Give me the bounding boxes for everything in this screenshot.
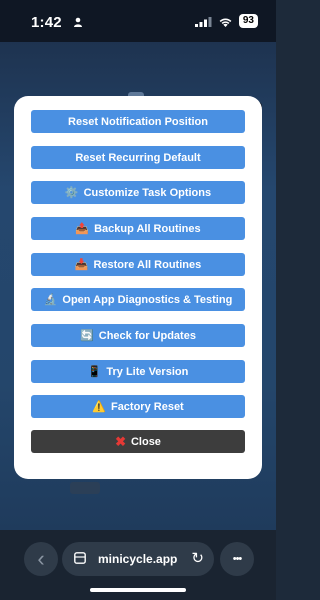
- reset-notification-position-button[interactable]: Reset Notification Position: [31, 110, 245, 133]
- try-lite-version-button[interactable]: 📱 Try Lite Version: [31, 360, 245, 383]
- reload-icon[interactable]: ↻: [191, 549, 204, 567]
- battery-indicator: 93: [238, 14, 258, 28]
- chevron-left-icon: ‹: [37, 546, 45, 571]
- back-button[interactable]: ‹: [24, 542, 58, 576]
- home-indicator: [90, 588, 186, 592]
- button-label: Check for Updates: [98, 329, 196, 342]
- button-label: Restore All Routines: [93, 258, 202, 271]
- button-label: Open App Diagnostics & Testing: [62, 293, 233, 306]
- open-diagnostics-button[interactable]: 🔬 Open App Diagnostics & Testing: [31, 288, 245, 311]
- close-button[interactable]: ✖ Close: [31, 430, 245, 453]
- refresh-icon: 🔄: [80, 330, 94, 342]
- url-text: minicycle.app: [98, 552, 178, 566]
- status-bar: 1:42 93: [0, 0, 276, 42]
- button-label: Try Lite Version: [106, 365, 189, 378]
- close-x-icon: ✖: [115, 433, 126, 449]
- check-for-updates-button[interactable]: 🔄 Check for Updates: [31, 324, 245, 347]
- tray-upload-icon: 📤: [75, 223, 90, 235]
- button-label: Factory Reset: [110, 400, 184, 413]
- microscope-icon: 🔬: [43, 294, 58, 306]
- warning-icon: ⚠️: [92, 401, 106, 413]
- button-label: Customize Task Options: [83, 186, 212, 199]
- button-label: Close: [130, 435, 161, 448]
- address-bar[interactable]: minicycle.app ↻: [62, 542, 214, 576]
- page-menu-icon: [74, 552, 86, 564]
- restore-all-routines-button[interactable]: 📥 Restore All Routines: [31, 253, 245, 276]
- cellular-signal-icon: [194, 16, 212, 27]
- more-options-button[interactable]: •••: [220, 542, 254, 576]
- customize-task-options-button[interactable]: ⚙️ Customize Task Options: [31, 181, 245, 204]
- reset-recurring-default-button[interactable]: Reset Recurring Default: [31, 146, 245, 169]
- button-label: Backup All Routines: [94, 222, 201, 235]
- gear-icon: ⚙️: [64, 187, 79, 199]
- status-time: 1:42: [31, 14, 62, 31]
- wifi-icon: [219, 18, 232, 27]
- button-label: Reset Recurring Default: [75, 151, 201, 164]
- person-icon: [74, 17, 82, 27]
- ellipsis-icon: •••: [232, 553, 243, 565]
- phone-icon: 📱: [87, 366, 102, 378]
- backup-all-routines-button[interactable]: 📤 Backup All Routines: [31, 217, 245, 240]
- background-control: [70, 482, 100, 494]
- settings-modal: Reset Notification Position Reset Recurr…: [14, 96, 262, 479]
- tray-download-icon: 📥: [74, 259, 89, 271]
- factory-reset-button[interactable]: ⚠️ Factory Reset: [31, 395, 245, 418]
- button-label: Reset Notification Position: [68, 115, 208, 128]
